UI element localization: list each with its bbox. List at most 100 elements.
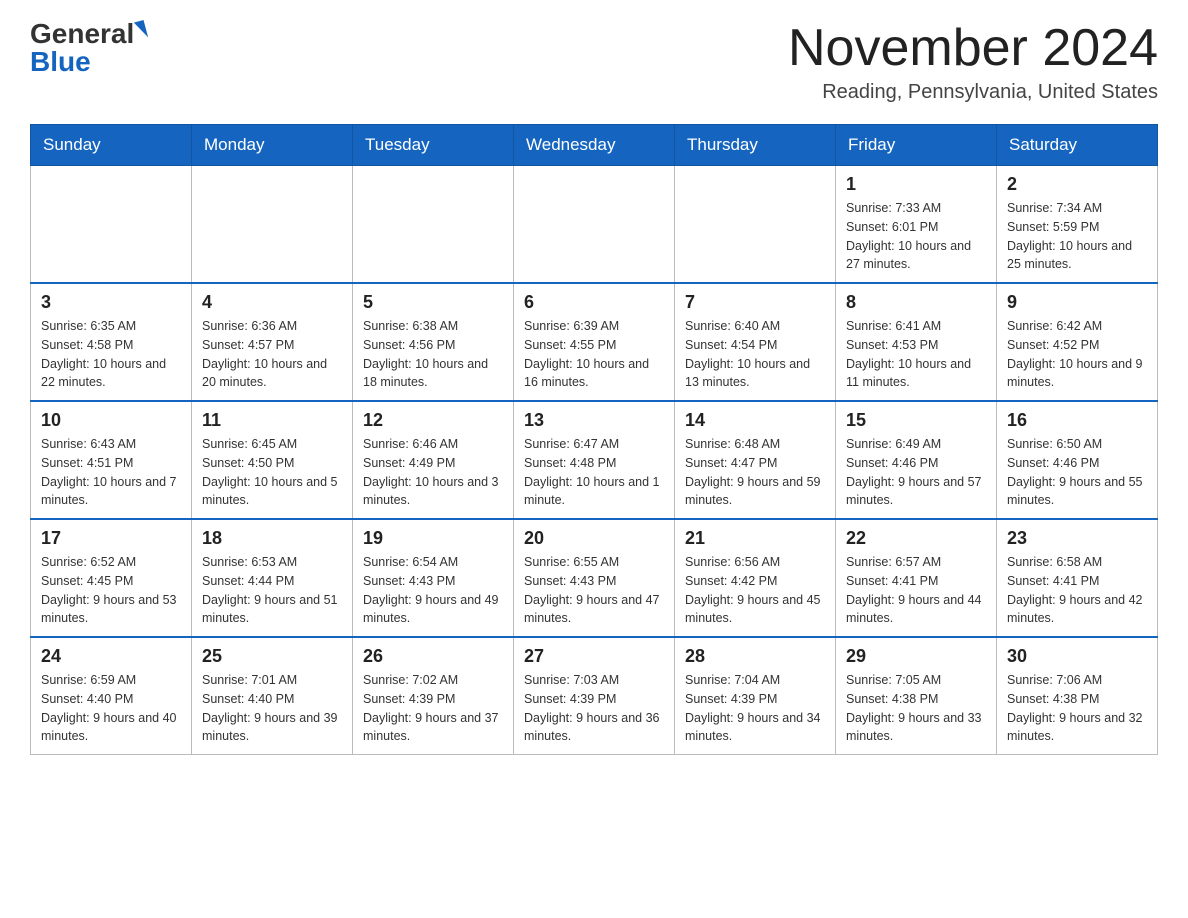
day-number: 2 <box>1007 174 1147 195</box>
day-info: Sunrise: 7:06 AM Sunset: 4:38 PM Dayligh… <box>1007 671 1147 746</box>
calendar-cell: 12 Sunrise: 6:46 AM Sunset: 4:49 PM Dayli… <box>353 401 514 519</box>
calendar-cell: 25 Sunrise: 7:01 AM Sunset: 4:40 PM Dayli… <box>192 637 353 755</box>
day-number: 16 <box>1007 410 1147 431</box>
calendar-table: SundayMondayTuesdayWednesdayThursdayFrid… <box>30 124 1158 755</box>
day-number: 7 <box>685 292 825 313</box>
day-number: 1 <box>846 174 986 195</box>
day-info: Sunrise: 6:40 AM Sunset: 4:54 PM Dayligh… <box>685 317 825 392</box>
day-number: 20 <box>524 528 664 549</box>
calendar-cell: 4 Sunrise: 6:36 AM Sunset: 4:57 PM Daylig… <box>192 283 353 401</box>
calendar-cell: 5Sunrise: 6:38 AM Sunset: 4:56 PM Daylig… <box>353 283 514 401</box>
day-number: 4 <box>202 292 342 313</box>
day-info: Sunrise: 7:34 AM Sunset: 5:59 PM Dayligh… <box>1007 199 1147 274</box>
weekday-header-wednesday: Wednesday <box>514 125 675 166</box>
calendar-cell: 11 Sunrise: 6:45 AM Sunset: 4:50 PM Dayli… <box>192 401 353 519</box>
day-info: Sunrise: 6:36 AM Sunset: 4:57 PM Dayligh… <box>202 317 342 392</box>
day-info: Sunrise: 6:56 AM Sunset: 4:42 PM Dayligh… <box>685 553 825 628</box>
calendar-cell: 18Sunrise: 6:53 AM Sunset: 4:44 PM Dayli… <box>192 519 353 637</box>
weekday-header-tuesday: Tuesday <box>353 125 514 166</box>
calendar-cell: 20 Sunrise: 6:55 AM Sunset: 4:43 PM Dayli… <box>514 519 675 637</box>
weekday-header-friday: Friday <box>836 125 997 166</box>
calendar-cell: 17Sunrise: 6:52 AM Sunset: 4:45 PM Dayli… <box>31 519 192 637</box>
day-number: 15 <box>846 410 986 431</box>
calendar-cell: 21 Sunrise: 6:56 AM Sunset: 4:42 PM Dayli… <box>675 519 836 637</box>
day-info: Sunrise: 6:52 AM Sunset: 4:45 PM Dayligh… <box>41 553 181 628</box>
calendar-cell: 2 Sunrise: 7:34 AM Sunset: 5:59 PM Daylig… <box>997 166 1158 284</box>
weekday-header-thursday: Thursday <box>675 125 836 166</box>
day-info: Sunrise: 6:48 AM Sunset: 4:47 PM Dayligh… <box>685 435 825 510</box>
calendar-week-row: 24 Sunrise: 6:59 AM Sunset: 4:40 PM Dayli… <box>31 637 1158 755</box>
calendar-cell: 29Sunrise: 7:05 AM Sunset: 4:38 PM Dayli… <box>836 637 997 755</box>
day-info: Sunrise: 6:45 AM Sunset: 4:50 PM Dayligh… <box>202 435 342 510</box>
day-info: Sunrise: 6:57 AM Sunset: 4:41 PM Dayligh… <box>846 553 986 628</box>
calendar-cell: 3 Sunrise: 6:35 AM Sunset: 4:58 PM Daylig… <box>31 283 192 401</box>
day-info: Sunrise: 6:55 AM Sunset: 4:43 PM Dayligh… <box>524 553 664 628</box>
weekday-header-sunday: Sunday <box>31 125 192 166</box>
day-info: Sunrise: 6:42 AM Sunset: 4:52 PM Dayligh… <box>1007 317 1147 392</box>
calendar-cell: 1 Sunrise: 7:33 AM Sunset: 6:01 PM Daylig… <box>836 166 997 284</box>
day-number: 21 <box>685 528 825 549</box>
calendar-cell <box>31 166 192 284</box>
day-number: 12 <box>363 410 503 431</box>
calendar-cell: 8Sunrise: 6:41 AM Sunset: 4:53 PM Daylig… <box>836 283 997 401</box>
page-header: General Blue November 2024 Reading, Penn… <box>30 20 1158 104</box>
day-info: Sunrise: 6:59 AM Sunset: 4:40 PM Dayligh… <box>41 671 181 746</box>
day-number: 22 <box>846 528 986 549</box>
day-number: 10 <box>41 410 181 431</box>
day-info: Sunrise: 6:50 AM Sunset: 4:46 PM Dayligh… <box>1007 435 1147 510</box>
day-number: 3 <box>41 292 181 313</box>
day-info: Sunrise: 7:03 AM Sunset: 4:39 PM Dayligh… <box>524 671 664 746</box>
logo: General Blue <box>30 20 146 76</box>
calendar-cell: 23 Sunrise: 6:58 AM Sunset: 4:41 PM Dayli… <box>997 519 1158 637</box>
calendar-week-row: 10 Sunrise: 6:43 AM Sunset: 4:51 PM Dayli… <box>31 401 1158 519</box>
calendar-cell: 19 Sunrise: 6:54 AM Sunset: 4:43 PM Dayli… <box>353 519 514 637</box>
calendar-week-row: 3 Sunrise: 6:35 AM Sunset: 4:58 PM Daylig… <box>31 283 1158 401</box>
calendar-cell <box>675 166 836 284</box>
weekday-header-saturday: Saturday <box>997 125 1158 166</box>
day-info: Sunrise: 7:04 AM Sunset: 4:39 PM Dayligh… <box>685 671 825 746</box>
calendar-cell: 15Sunrise: 6:49 AM Sunset: 4:46 PM Dayli… <box>836 401 997 519</box>
calendar-week-row: 1 Sunrise: 7:33 AM Sunset: 6:01 PM Daylig… <box>31 166 1158 284</box>
day-number: 14 <box>685 410 825 431</box>
day-info: Sunrise: 6:47 AM Sunset: 4:48 PM Dayligh… <box>524 435 664 510</box>
month-title: November 2024 <box>788 20 1158 77</box>
day-info: Sunrise: 6:43 AM Sunset: 4:51 PM Dayligh… <box>41 435 181 510</box>
day-info: Sunrise: 7:33 AM Sunset: 6:01 PM Dayligh… <box>846 199 986 274</box>
day-info: Sunrise: 6:35 AM Sunset: 4:58 PM Dayligh… <box>41 317 181 392</box>
day-number: 8 <box>846 292 986 313</box>
day-number: 9 <box>1007 292 1147 313</box>
day-info: Sunrise: 7:01 AM Sunset: 4:40 PM Dayligh… <box>202 671 342 746</box>
calendar-cell: 22 Sunrise: 6:57 AM Sunset: 4:41 PM Dayli… <box>836 519 997 637</box>
day-info: Sunrise: 6:39 AM Sunset: 4:55 PM Dayligh… <box>524 317 664 392</box>
calendar-cell: 14 Sunrise: 6:48 AM Sunset: 4:47 PM Dayli… <box>675 401 836 519</box>
calendar-cell: 30Sunrise: 7:06 AM Sunset: 4:38 PM Dayli… <box>997 637 1158 755</box>
day-number: 11 <box>202 410 342 431</box>
day-number: 29 <box>846 646 986 667</box>
day-number: 6 <box>524 292 664 313</box>
day-number: 23 <box>1007 528 1147 549</box>
day-number: 13 <box>524 410 664 431</box>
day-info: Sunrise: 6:38 AM Sunset: 4:56 PM Dayligh… <box>363 317 503 392</box>
calendar-week-row: 17Sunrise: 6:52 AM Sunset: 4:45 PM Dayli… <box>31 519 1158 637</box>
calendar-cell: 24 Sunrise: 6:59 AM Sunset: 4:40 PM Dayli… <box>31 637 192 755</box>
calendar-cell: 16 Sunrise: 6:50 AM Sunset: 4:46 PM Dayli… <box>997 401 1158 519</box>
calendar-cell: 9 Sunrise: 6:42 AM Sunset: 4:52 PM Daylig… <box>997 283 1158 401</box>
calendar-cell: 10 Sunrise: 6:43 AM Sunset: 4:51 PM Dayli… <box>31 401 192 519</box>
day-number: 19 <box>363 528 503 549</box>
day-number: 26 <box>363 646 503 667</box>
day-info: Sunrise: 6:54 AM Sunset: 4:43 PM Dayligh… <box>363 553 503 628</box>
calendar-header-row: SundayMondayTuesdayWednesdayThursdayFrid… <box>31 125 1158 166</box>
day-info: Sunrise: 6:53 AM Sunset: 4:44 PM Dayligh… <box>202 553 342 628</box>
day-number: 27 <box>524 646 664 667</box>
day-info: Sunrise: 6:46 AM Sunset: 4:49 PM Dayligh… <box>363 435 503 510</box>
day-info: Sunrise: 7:02 AM Sunset: 4:39 PM Dayligh… <box>363 671 503 746</box>
day-info: Sunrise: 6:58 AM Sunset: 4:41 PM Dayligh… <box>1007 553 1147 628</box>
weekday-header-monday: Monday <box>192 125 353 166</box>
logo-general-text: General <box>30 20 134 48</box>
day-number: 25 <box>202 646 342 667</box>
day-number: 24 <box>41 646 181 667</box>
calendar-cell <box>353 166 514 284</box>
calendar-cell: 7 Sunrise: 6:40 AM Sunset: 4:54 PM Daylig… <box>675 283 836 401</box>
calendar-cell <box>514 166 675 284</box>
calendar-cell: 6 Sunrise: 6:39 AM Sunset: 4:55 PM Daylig… <box>514 283 675 401</box>
